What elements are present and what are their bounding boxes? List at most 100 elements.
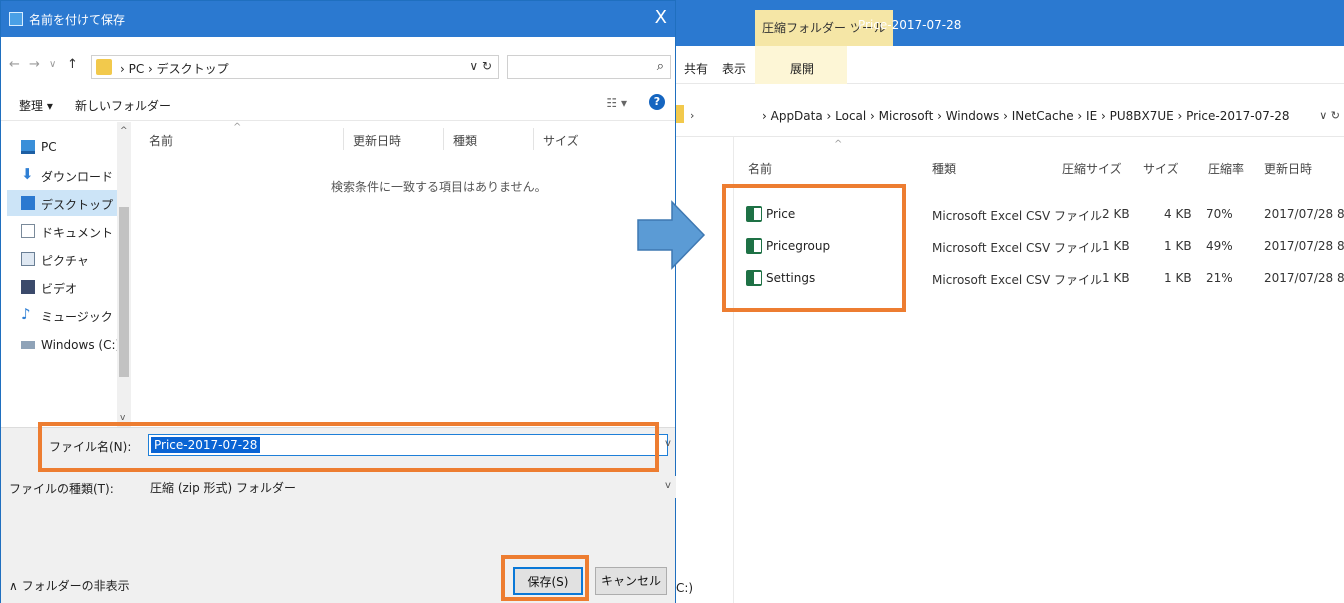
pc-icon	[21, 140, 35, 154]
chevron-down-icon[interactable]: v	[665, 480, 675, 491]
nav-item-drive-partial[interactable]: C:)	[676, 581, 693, 595]
desktop-icon	[21, 196, 35, 210]
tab-view[interactable]: 表示	[722, 60, 746, 77]
save-as-dialog: 名前を付けて保存 X ← → ∨ ↑ › PC › デスクトップ ∨ ↻ ⌕ 整…	[0, 0, 676, 603]
up-arrow-icon[interactable]: ↑	[67, 57, 78, 72]
picture-icon	[21, 252, 35, 266]
column-header-name[interactable]: 名前	[748, 160, 772, 177]
column-header-name[interactable]: 名前	[149, 132, 173, 149]
back-arrow-icon[interactable]: ←	[9, 57, 20, 72]
sort-up-icon: ^	[834, 139, 843, 150]
tree-item-pc[interactable]: PC	[7, 134, 117, 160]
breadcrumb[interactable]: › AppData › Local › Microsoft › Windows …	[762, 109, 1289, 123]
filename-highlight-box	[38, 422, 659, 472]
column-header-size[interactable]: サイズ	[543, 132, 579, 149]
file-list: ^ 名前 更新日時 種類 サイズ 検索条件に一致する項目はありません。	[133, 122, 673, 427]
tab-share[interactable]: 共有	[684, 60, 708, 77]
refresh-icon[interactable]: ∨ ↻	[1319, 109, 1340, 122]
tree-item-label: デスクトップ	[41, 198, 114, 212]
tab-extract[interactable]: 展開	[790, 60, 814, 77]
column-header-type[interactable]: 種類	[932, 160, 956, 177]
video-icon	[21, 280, 35, 294]
ribbon-tabs: 共有 表示 展開	[676, 46, 1344, 84]
filetype-value: 圧縮 (zip 形式) フォルダー	[150, 481, 297, 495]
tree-item-label: ピクチャ	[41, 254, 89, 268]
files-highlight-box	[722, 184, 906, 312]
tree-item-label: Windows (C:)	[41, 338, 121, 352]
tree-item-desktop[interactable]: デスクトップ	[7, 190, 117, 216]
window-title: Price-2017-07-28	[858, 18, 962, 32]
column-divider[interactable]	[443, 128, 444, 150]
tree-item-downloads[interactable]: ⬇ ダウンロード	[7, 162, 117, 188]
breadcrumb[interactable]: › PC › デスクトップ	[120, 60, 229, 77]
column-header-compressed-size[interactable]: 圧縮サイズ	[1062, 160, 1122, 177]
organize-button[interactable]: 整理 ▾	[19, 97, 53, 114]
empty-message: 検索条件に一致する項目はありません。	[331, 180, 547, 194]
column-header-size[interactable]: サイズ	[1143, 160, 1179, 177]
close-icon[interactable]: X	[655, 7, 667, 28]
file-compressed-size: 1 KB	[1102, 239, 1130, 253]
tree-scrollbar[interactable]: ^ v	[117, 122, 131, 427]
recent-locations-icon[interactable]: ∨	[49, 59, 56, 70]
explorer-address-bar[interactable]: › › AppData › Local › Microsoft › Window…	[676, 95, 1344, 137]
dialog-toolbar: 整理 ▾ 新しいフォルダー ☷ ▾ ?	[1, 87, 675, 121]
tree-item-music[interactable]: ♪ ミュージック	[7, 302, 117, 328]
help-icon[interactable]: ?	[649, 94, 665, 110]
tree-item-label: ミュージック	[41, 310, 113, 324]
sort-up-icon: ^	[233, 122, 242, 133]
file-modified: 2017/07/28 8:17	[1264, 271, 1344, 285]
dialog-title: 名前を付けて保存	[29, 13, 126, 27]
tree-item-label: ドキュメント	[41, 226, 114, 240]
file-ratio: 70%	[1206, 207, 1233, 221]
scroll-up-icon[interactable]: ^	[120, 126, 128, 136]
address-bar[interactable]: › PC › デスクトップ ∨ ↻	[91, 55, 499, 79]
file-size: 1 KB	[1164, 239, 1192, 253]
file-ratio: 49%	[1206, 239, 1233, 253]
chevron-down-icon[interactable]: v	[665, 438, 675, 449]
column-divider[interactable]	[343, 128, 344, 150]
right-arrow-icon	[637, 200, 706, 270]
refresh-icon[interactable]: ∨ ↻	[469, 59, 492, 73]
file-ratio: 21%	[1206, 271, 1233, 285]
filetype-select[interactable]: 圧縮 (zip 形式) フォルダー	[148, 476, 676, 498]
view-options-icon[interactable]: ☷ ▾	[606, 96, 627, 110]
scrollbar-thumb[interactable]	[119, 207, 129, 377]
file-type: Microsoft Excel CSV ファイル	[932, 241, 1103, 255]
column-header-type[interactable]: 種類	[453, 132, 477, 149]
tree-item-pictures[interactable]: ピクチャ	[7, 246, 117, 272]
forward-arrow-icon[interactable]: →	[29, 57, 40, 72]
explorer-titlebar: 圧縮フォルダー ツール Price-2017-07-28	[676, 0, 1344, 46]
column-divider[interactable]	[533, 128, 534, 150]
tree-item-documents[interactable]: ドキュメント	[7, 218, 117, 244]
file-compressed-size: 2 KB	[1102, 207, 1130, 221]
download-icon: ⬇	[21, 165, 34, 183]
hide-folders-toggle[interactable]: ∧ フォルダーの非表示	[9, 577, 130, 594]
navigation-tree: PC ⬇ ダウンロード デスクトップ ドキュメント ピクチャ ビデオ ♪ ミュー…	[1, 122, 131, 427]
document-icon	[21, 224, 35, 238]
column-header-modified[interactable]: 更新日時	[353, 132, 401, 149]
column-header-modified[interactable]: 更新日時	[1264, 160, 1312, 177]
save-highlight-box	[501, 555, 589, 601]
save-dialog-icon	[9, 12, 23, 26]
tree-item-videos[interactable]: ビデオ	[7, 274, 117, 300]
tree-item-label: PC	[41, 140, 57, 154]
navigation-bar: ← → ∨ ↑ › PC › デスクトップ ∨ ↻ ⌕	[1, 37, 675, 87]
new-folder-button[interactable]: 新しいフォルダー	[75, 97, 171, 114]
file-modified: 2017/07/28 8:17	[1264, 239, 1344, 253]
tree-item-label: ダウンロード	[41, 170, 114, 184]
cancel-button[interactable]: キャンセル	[595, 567, 667, 595]
filetype-row: ファイルの種類(T): 圧縮 (zip 形式) フォルダー v	[1, 472, 676, 500]
file-modified: 2017/07/28 8:17	[1264, 207, 1344, 221]
music-icon: ♪	[21, 305, 31, 323]
file-compressed-size: 1 KB	[1102, 271, 1130, 285]
search-icon[interactable]: ⌕	[657, 59, 664, 74]
file-type: Microsoft Excel CSV ファイル	[932, 273, 1103, 287]
folder-icon	[676, 105, 684, 123]
dialog-titlebar: 名前を付けて保存 X	[1, 1, 675, 37]
file-size: 4 KB	[1164, 207, 1192, 221]
file-size: 1 KB	[1164, 271, 1192, 285]
column-header-ratio[interactable]: 圧縮率	[1208, 160, 1244, 177]
tree-item-windows-c[interactable]: Windows (C:)	[7, 332, 121, 358]
search-input[interactable]: ⌕	[507, 55, 671, 79]
breadcrumb-chevron[interactable]: ›	[690, 109, 694, 122]
